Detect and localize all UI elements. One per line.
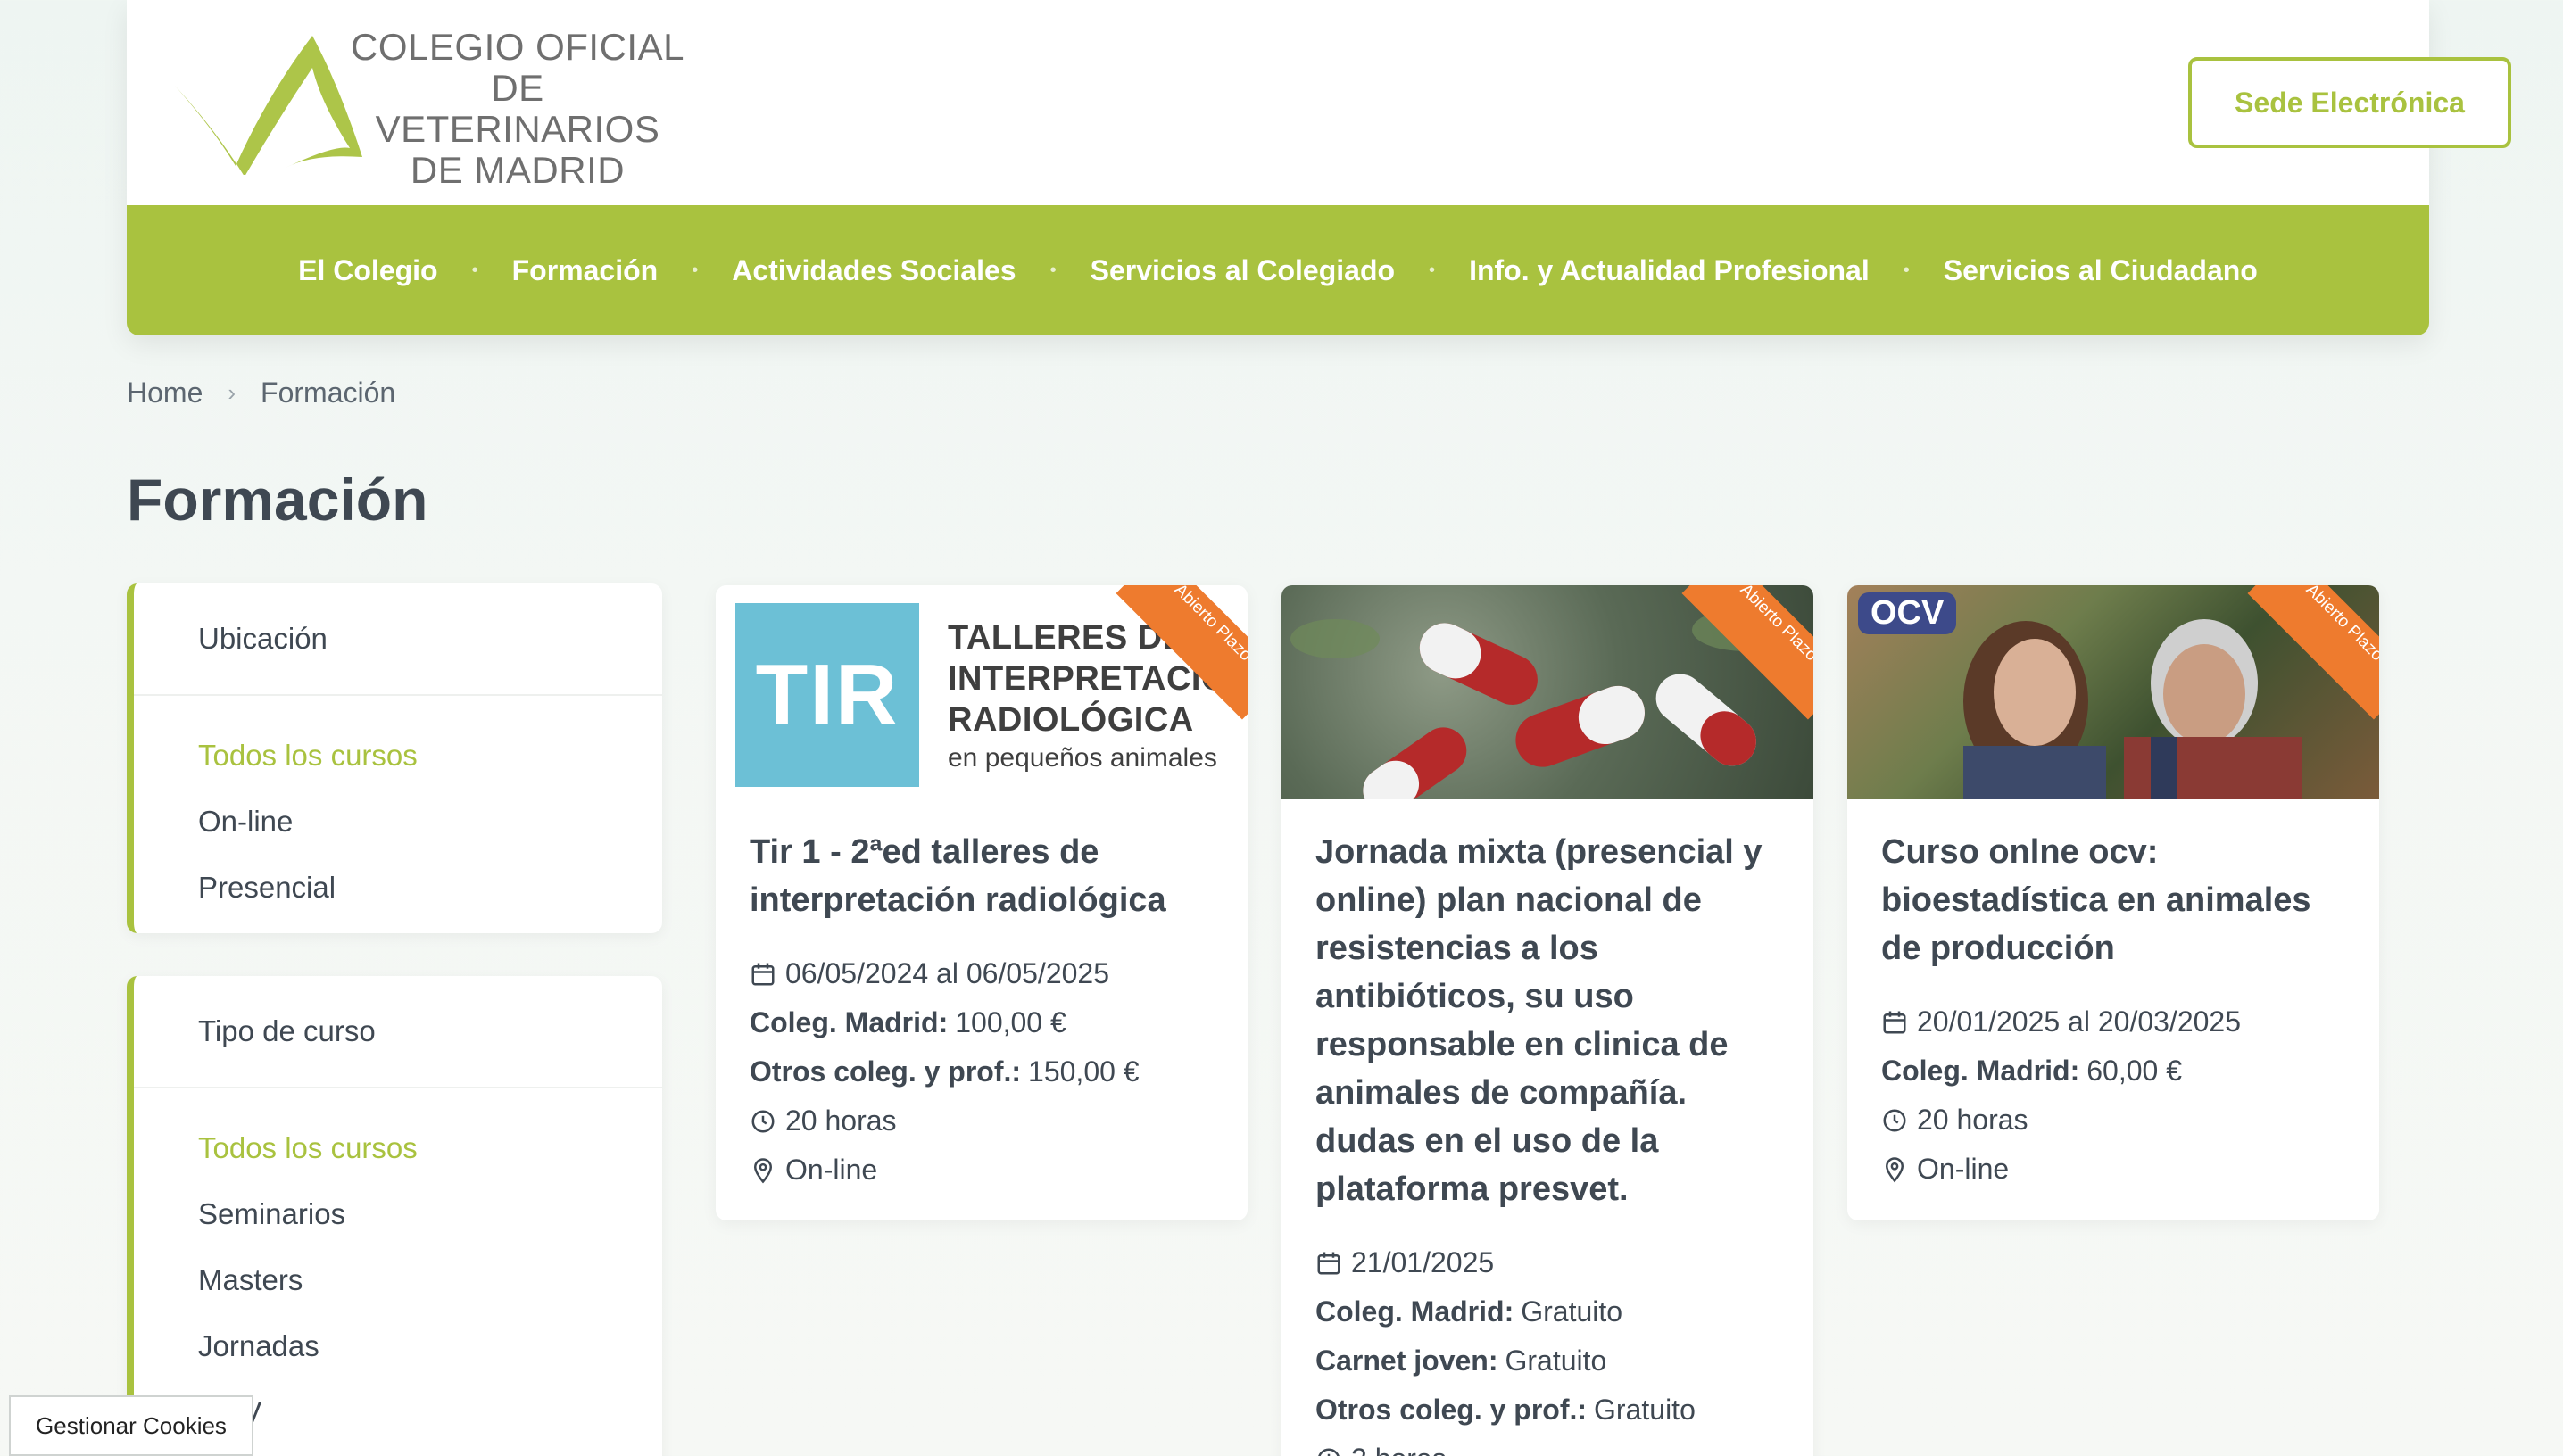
price-value: 100,00 € [955, 1006, 1066, 1038]
logo-line-1: COLEGIO OFICIAL [351, 26, 684, 68]
course-location: On-line [1881, 1145, 2345, 1194]
price-value: Gratuito [1594, 1394, 1696, 1426]
nav-item-el-colegio[interactable]: El Colegio [264, 254, 471, 287]
clock-icon [1315, 1446, 1342, 1456]
map-pin-icon [750, 1157, 776, 1184]
course-duration: 20 horas [750, 1096, 1214, 1146]
course-title[interactable]: Tir 1 - 2ªed talleres de interpretación … [750, 828, 1214, 924]
course-duration: 2 horas [1315, 1435, 1779, 1456]
price-value: Gratuito [1521, 1295, 1623, 1328]
filter-option-seminarios[interactable]: Seminarios [198, 1181, 662, 1247]
price-colegiado: Coleg. Madrid: Gratuito [1315, 1287, 1779, 1336]
course-image[interactable]: Abierto Plazo [1282, 585, 1813, 799]
course-title[interactable]: Jornada mixta (presencial y online) plan… [1315, 828, 1779, 1213]
filter-location-heading: Ubicación [134, 583, 662, 696]
nav-separator: • [1903, 260, 1910, 280]
course-date: 06/05/2024 al 06/05/2025 [750, 949, 1214, 998]
location-value: On-line [1917, 1153, 2010, 1185]
duration-value: 2 horas [1351, 1435, 1447, 1456]
site-header: COLEGIO OFICIAL DE VETERINARIOS DE MADRI… [127, 0, 2511, 335]
course-title[interactable]: Curso onlne ocv: bioestadística en anima… [1881, 828, 2345, 972]
main-nav: El Colegio • Formación • Actividades Soc… [127, 205, 2429, 335]
filter-option-presencial[interactable]: Presencial [198, 855, 662, 921]
nav-separator: • [1049, 260, 1057, 280]
nav-separator: • [1429, 260, 1436, 280]
duration-value: 20 horas [785, 1104, 897, 1137]
breadcrumb-current: Formación [261, 376, 396, 409]
filter-option-masters[interactable]: Masters [198, 1247, 662, 1313]
filter-type-heading: Tipo de curso [134, 976, 662, 1088]
price-value: 150,00 € [1028, 1055, 1140, 1088]
nav-separator: • [692, 260, 699, 280]
filter-location: Ubicación Todos los cursos On-line Prese… [127, 583, 662, 933]
price-colegiado: Coleg. Madrid: 100,00 € [750, 998, 1214, 1047]
duration-value: 20 horas [1917, 1104, 2028, 1136]
chevron-right-icon: › [228, 379, 236, 406]
price-colegiado: Coleg. Madrid: 60,00 € [1881, 1046, 2345, 1096]
course-card[interactable]: TIR TALLERES DE INTERPRETACIÓN RADIOLÓGI… [716, 585, 1248, 1220]
course-date: 21/01/2025 [1315, 1238, 1779, 1287]
course-card[interactable]: OCV Abierto Plazo Curso onlne ocv: bioes… [1847, 585, 2379, 1220]
price-value: 60,00 € [2086, 1055, 2182, 1087]
nav-item-servicios-colegiado[interactable]: Servicios al Colegiado [1057, 254, 1429, 287]
course-image[interactable]: TIR TALLERES DE INTERPRETACIÓN RADIOLÓGI… [716, 585, 1248, 799]
map-pin-icon [1881, 1156, 1908, 1183]
price-label: Coleg. Madrid: [750, 1006, 949, 1038]
course-location: On-line [750, 1146, 1214, 1195]
breadcrumb-home[interactable]: Home [127, 376, 203, 410]
filter-course-type: Tipo de curso Todos los cursos Seminario… [127, 976, 662, 1456]
nav-item-formacion[interactable]: Formación [478, 254, 693, 287]
logo[interactable]: COLEGIO OFICIAL DE VETERINARIOS DE MADRI… [170, 23, 684, 191]
ocv-badge: OCV [1858, 592, 1957, 634]
tir-banner-line: RADIOLÓGICA [948, 701, 1194, 739]
filter-option-online[interactable]: On-line [198, 789, 662, 855]
price-value: Gratuito [1505, 1344, 1607, 1377]
filter-option-ocv[interactable]: OCV [198, 1379, 662, 1445]
nav-separator: • [471, 260, 478, 280]
price-otros: Otros coleg. y prof.: Gratuito [1315, 1386, 1779, 1435]
price-label: Carnet joven: [1315, 1344, 1498, 1377]
card-body: Jornada mixta (presencial y online) plan… [1282, 799, 1813, 1456]
course-date-value: 21/01/2025 [1351, 1246, 1495, 1278]
location-value: On-line [785, 1154, 878, 1186]
price-label: Coleg. Madrid: [1315, 1295, 1514, 1328]
course-duration: 20 horas [1881, 1096, 2345, 1145]
course-date: 20/01/2025 al 20/03/2025 [1881, 997, 2345, 1046]
course-image[interactable]: OCV Abierto Plazo [1847, 585, 2379, 799]
filter-option-todos[interactable]: Todos los cursos [198, 1115, 662, 1181]
logo-line-2: DE VETERINARIOS [375, 67, 660, 150]
calendar-icon [750, 961, 776, 988]
course-date-value: 06/05/2024 al 06/05/2025 [785, 957, 1109, 989]
price-label: Coleg. Madrid: [1881, 1055, 2080, 1087]
logo-text: COLEGIO OFICIAL DE VETERINARIOS DE MADRI… [348, 27, 687, 191]
card-body: Tir 1 - 2ªed talleres de interpretación … [716, 799, 1248, 1220]
manage-cookies-button[interactable]: Gestionar Cookies [9, 1395, 253, 1456]
price-label: Otros coleg. y prof.: [1315, 1394, 1588, 1426]
clock-icon [1881, 1107, 1908, 1134]
course-date-value: 20/01/2025 al 20/03/2025 [1917, 1005, 2241, 1038]
price-label: Otros coleg. y prof.: [750, 1055, 1022, 1088]
filter-location-options: Todos los cursos On-line Presencial [134, 696, 662, 939]
clock-icon [750, 1108, 776, 1135]
calendar-icon [1881, 1009, 1908, 1036]
price-otros: Otros coleg. y prof.: 150,00 € [750, 1047, 1214, 1096]
price-carnet-joven: Carnet joven: Gratuito [1315, 1336, 1779, 1386]
course-card[interactable]: Abierto Plazo Jornada mixta (presencial … [1282, 585, 1813, 1456]
calendar-icon [1315, 1250, 1342, 1277]
nav-item-actividades-sociales[interactable]: Actividades Sociales [698, 254, 1049, 287]
sede-electronica-button[interactable]: Sede Electrónica [2188, 57, 2511, 148]
logo-line-3: DE MADRID [410, 149, 626, 191]
filter-option-jornadas[interactable]: Jornadas [198, 1313, 662, 1379]
filter-option-todos[interactable]: Todos los cursos [198, 723, 662, 789]
card-body: Curso onlne ocv: bioestadística en anima… [1847, 799, 2379, 1220]
page-title: Formación [127, 467, 428, 533]
breadcrumb: Home › Formación [127, 376, 395, 410]
nav-item-info-actualidad[interactable]: Info. y Actualidad Profesional [1435, 254, 1904, 287]
tir-logo-box: TIR [735, 603, 919, 787]
nav-item-servicios-ciudadano[interactable]: Servicios al Ciudadano [1910, 254, 2292, 287]
tir-banner-subtitle: en pequeños animales [948, 743, 1217, 773]
